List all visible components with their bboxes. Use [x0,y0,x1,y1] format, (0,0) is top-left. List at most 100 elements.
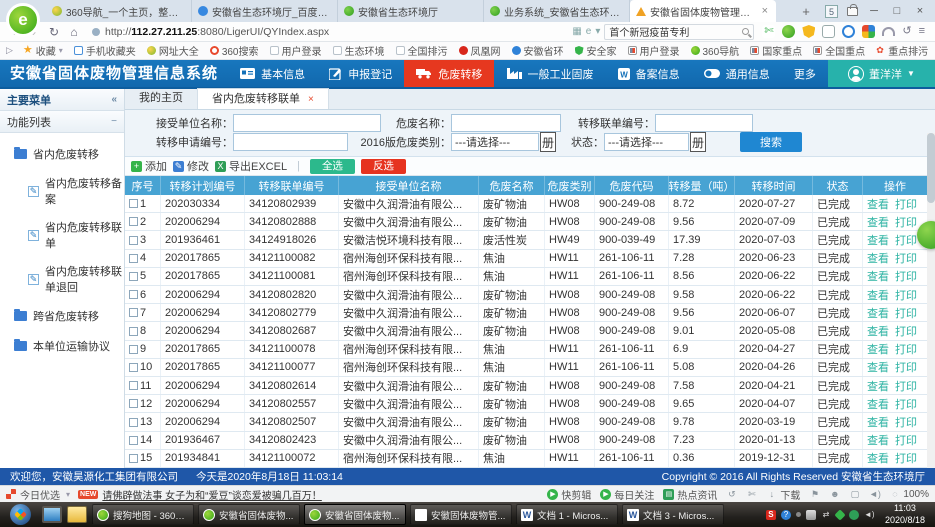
flag-icon[interactable]: ⚑ [809,489,820,500]
sidebar-item[interactable]: ✎省内危废转移备案 [0,169,124,213]
print-link[interactable]: 打印 [895,396,917,412]
receive-unit-input[interactable] [233,114,381,132]
sidebar-folder-transport-agreement[interactable]: 本单位运输协议 [0,331,124,361]
row-checkbox[interactable] [129,199,138,208]
bookmarks-collapse-icon[interactable]: ▷ [6,45,13,56]
row-checkbox[interactable] [129,345,138,354]
compat-mode-icon[interactable]: ▦ [572,26,581,37]
row-checkbox[interactable] [129,308,138,317]
status-tool-每日关注[interactable]: ▶每日关注 [600,487,654,502]
view-link[interactable]: 查看 [867,287,889,303]
taskbar-button[interactable]: W文档 3 - Micros... [622,504,724,525]
nav-item-industrial-waste[interactable]: 一般工业固废 [495,60,606,87]
view-link[interactable]: 查看 [867,414,889,430]
bookmark-item[interactable]: 安全家 [575,43,617,58]
menu-icon[interactable]: ≡ [919,25,925,38]
table-row[interactable]: 1320200629434120802507安徽中久润滑油有限公...废矿物油H… [125,413,935,431]
nav-item-general-info[interactable]: 通用信息 [692,60,782,87]
view-link[interactable]: 查看 [867,396,889,412]
help-icon[interactable]: ? [781,510,791,520]
start-button[interactable] [10,504,31,525]
bookmark-item[interactable]: 生态环境 [333,43,385,58]
table-row[interactable]: 320193646134124918026安徽洁悦环境科技有限...废活性炭HW… [125,231,935,249]
print-link[interactable]: 打印 [895,432,917,448]
daily-picks-label[interactable]: 今日优选 [20,487,60,502]
bookmark-item[interactable]: 手机收藏夹 [74,43,136,58]
sidebar-section-bar[interactable]: 功能列表 − [0,111,124,133]
shield-icon[interactable] [802,25,815,38]
vertical-scrollbar[interactable] [927,133,935,468]
view-link[interactable]: 查看 [867,232,889,248]
bookmark-item[interactable]: 360搜索 [210,43,259,58]
view-link[interactable]: 查看 [867,341,889,357]
row-checkbox[interactable] [129,399,138,408]
nav-item-basic-info[interactable]: 基本信息 [228,60,317,87]
status-select[interactable]: ---请选择--- [604,133,689,151]
screenshot-icon[interactable] [822,25,835,38]
page-tab[interactable]: 我的主页 [125,88,198,109]
print-link[interactable]: 打印 [895,214,917,230]
print-link[interactable]: 打印 [895,268,917,284]
print-link[interactable]: 打印 [895,305,917,321]
vol-icon[interactable]: ◄) [864,510,874,520]
page-tab[interactable]: 省内危废转移联单× [198,88,329,109]
clip-icon[interactable]: ✄ [746,489,757,500]
sync-icon[interactable]: ⇄ [821,510,831,520]
status-tool-下载[interactable]: ↓下载 [766,487,800,502]
row-checkbox[interactable] [129,363,138,372]
news-headline-link[interactable]: 请佛辟做法事 女子为和“爱豆”谈恋爱被骗几百万！ [102,487,537,502]
status-tool-快剪辑[interactable]: ▶快剪辑 [547,487,591,502]
add-button[interactable]: +添加 [131,158,167,174]
table-row[interactable]: 420201786534121100082宿州海创环保科技有限...焦油HW11… [125,250,935,268]
table-header-cell[interactable]: 转移计划编号 [161,176,245,195]
speed-mode-badge[interactable]: 5 [825,5,838,18]
ie-mode-icon[interactable]: e [586,26,592,37]
table-header-cell[interactable]: 转移时间 [735,176,813,195]
view-link[interactable]: 查看 [867,214,889,230]
view-link[interactable]: 查看 [867,250,889,266]
bookmark-item[interactable]: 重点排污 [876,43,928,58]
view-link[interactable]: 查看 [867,196,889,212]
print-link[interactable]: 打印 [895,323,917,339]
sidebar-item[interactable]: ✎省内危废转移联单退回 [0,257,124,301]
taskbar-button[interactable]: 安徽固体废物管... [410,504,512,525]
green-icon[interactable] [849,510,859,520]
edit-button[interactable]: ✎修改 [173,158,209,174]
print-link[interactable]: 打印 [895,450,917,466]
green-ball-icon[interactable] [782,25,795,38]
headset-icon[interactable] [882,27,895,36]
browser-search-box[interactable]: 首个新冠疫苗专利 [604,24,754,40]
net-icon[interactable] [806,510,816,520]
print-link[interactable]: 打印 [895,196,917,212]
browser-360-logo-icon[interactable]: e [6,3,40,37]
row-checkbox[interactable] [129,272,138,281]
table-row[interactable]: 1120200629434120802614安徽中久润滑油有限公...废矿物油H… [125,377,935,395]
bookmark-item[interactable]: 全国重点 [813,43,865,58]
scissors-icon[interactable]: ✄ [762,25,775,38]
refresh-button[interactable]: ↻ [46,25,62,39]
table-header-cell[interactable]: 危废名称 [479,176,545,195]
bookmark-item[interactable]: 国家重点 [750,43,802,58]
taskbar-button[interactable]: 搜狗地图 - 360安... [92,504,194,525]
sidebar-folder-in-province[interactable]: 省内危废转移 [0,139,124,169]
category-select-glyph[interactable]: 册 [540,132,556,152]
print-link[interactable]: 打印 [895,232,917,248]
bookmark-item[interactable]: 全国排污 [396,43,448,58]
maximize-button[interactable]: □ [890,5,904,17]
table-row[interactable]: 820200629434120802687安徽中久润滑油有限公...废矿物油HW… [125,322,935,340]
row-checkbox[interactable] [129,217,138,226]
table-row[interactable]: 220200629434120802888安徽中久润滑油有限公...废矿物油HW… [125,213,935,231]
undo-icon[interactable]: ↺ [902,25,911,38]
row-checkbox[interactable] [129,327,138,336]
bookmark-item[interactable]: 用户登录 [628,43,680,58]
bookmark-item[interactable]: 网址大全 [147,43,199,58]
manifest-no-input[interactable] [655,114,753,132]
view-link[interactable]: 查看 [867,268,889,284]
row-checkbox[interactable] [129,236,138,245]
window-icon[interactable]: ▢ [849,489,860,500]
search-button[interactable]: 搜索 [740,132,802,152]
view-link[interactable]: 查看 [867,432,889,448]
taskbar-button[interactable]: 安徽省固体废物... [304,504,406,525]
table-header-cell[interactable]: 接受单位名称 [339,176,479,195]
nav-item-declare[interactable]: 申报登记 [317,60,404,87]
